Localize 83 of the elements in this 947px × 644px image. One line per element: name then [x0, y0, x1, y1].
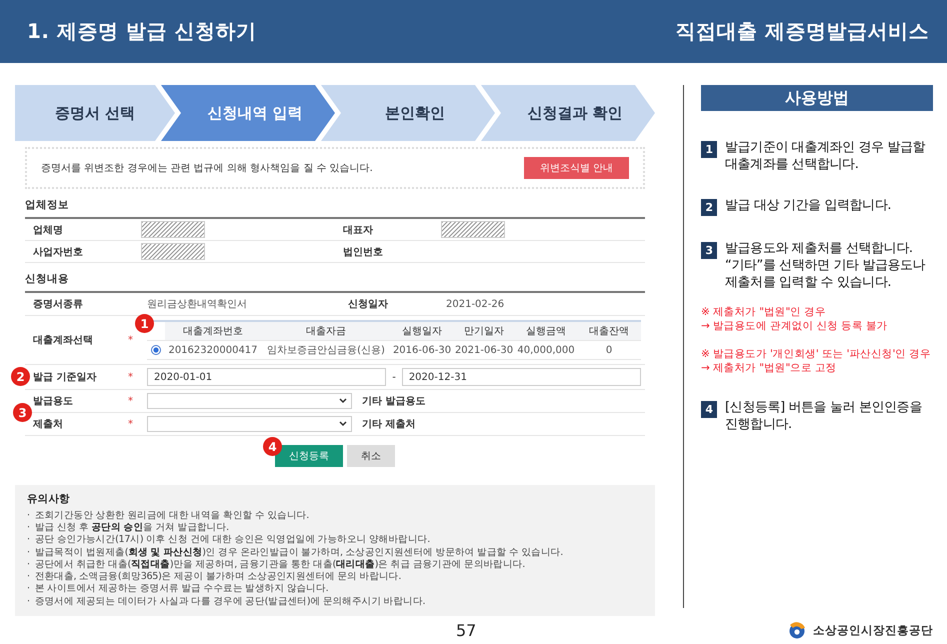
- warning-text: 증명서를 위변조한 경우에는 관련 법규에 의해 형사책임을 질 수 있습니다.: [41, 162, 373, 175]
- warning-note: ※ 제출처가 "법원"인 경우: [701, 305, 827, 319]
- field-label: 기타 제출처: [361, 418, 416, 431]
- table-cell: 20162320000417: [165, 341, 261, 360]
- panel-title: 사용방법: [701, 85, 933, 111]
- chevron-icon: [339, 398, 347, 404]
- step-marker: 1: [135, 314, 154, 333]
- required-mark: *: [128, 396, 133, 406]
- note-text: 발급 신청 후 공단의 승인을 거쳐 발급합니다.: [34, 522, 229, 534]
- list-bullet: ·: [27, 510, 30, 522]
- table-cell: 임차보증금안심금융(신용): [261, 341, 391, 360]
- warning-note: → 제출처가 "법원"으로 고정: [701, 361, 838, 375]
- list-bullet: ·: [27, 558, 30, 572]
- note-text: 조회기간동안 상환한 원리금에 대한 내역을 확인할 수 있습니다.: [34, 510, 309, 522]
- table-cell: 2016-06-30: [391, 341, 453, 360]
- step-number: 2: [701, 199, 717, 216]
- notes-title: 유의사항: [27, 492, 71, 506]
- step-number: 1: [701, 141, 717, 158]
- organization-name: 소상공인시장진흥공단: [813, 622, 933, 638]
- date-field[interactable]: 2020-01-01: [147, 368, 386, 386]
- note-text: 발급목적이 법원제출(회생 및 파산신청)인 경우 온라인발급이 불가하며, 소상공인지원센터에 방문하여 발급할 수 있습니다.: [34, 546, 563, 559]
- step-text: 발급용도와 제출처를 선택합니다. “기타”를 선택하면 기타 발급용도나 제출처를 입력할 수 있습니다.: [725, 240, 926, 291]
- field-label: 기타 발급용도: [361, 395, 426, 408]
- note-text: 본 사이트에서 제공하는 증명서류 발급 수수료는 발생하지 않습니다.: [34, 583, 328, 596]
- table-cell: 2021-06-30: [453, 341, 515, 360]
- field-label: 발급 기준일자: [33, 371, 96, 384]
- section-title: 업체정보: [25, 198, 70, 212]
- list-bullet: ·: [27, 522, 30, 534]
- list-bullet: ·: [27, 571, 30, 584]
- column-header: 실행일자: [391, 322, 453, 341]
- step-number: 3: [701, 242, 717, 259]
- step-text: [신청등록] 버튼을 눌러 본인인증을 진행합니다.: [725, 399, 923, 433]
- required-mark: *: [128, 372, 133, 382]
- column-header: 실행금액: [515, 322, 577, 341]
- field-label: 사업자번호: [25, 241, 135, 263]
- field-label: 대출계좌선택: [33, 334, 93, 347]
- field-value: 원리금상환내역확인서: [146, 298, 248, 311]
- field-label: 신청일자: [347, 298, 389, 311]
- page-title: 1. 제증명 발급 신청하기: [27, 18, 256, 45]
- guide-button[interactable]: 위변조식별 안내: [524, 157, 629, 179]
- emblem-icon: [787, 621, 807, 639]
- field-label: 제출처: [33, 418, 63, 431]
- field-label: 법인번호: [335, 241, 435, 263]
- note-text: 증명서에 제공되는 데이터가 사실과 다를 경우에 공단(발급센터)에 문의해주시기 바랍니다.: [34, 596, 426, 608]
- required-mark: *: [128, 334, 133, 346]
- table-cell: 0: [577, 341, 641, 360]
- step-text: 발급 대상 기간을 입력합니다.: [725, 197, 892, 214]
- note-text: 전환대출, 소액금융(희망365)은 제공이 불가하며 소상공인지원센터에 문의 바랍니다.: [34, 571, 402, 584]
- column-header: 대출계좌번호: [165, 322, 261, 341]
- list-bullet: ·: [27, 596, 30, 608]
- step-marker: 3: [13, 403, 32, 422]
- column-header: 대출자금: [261, 322, 391, 341]
- radio-button[interactable]: [151, 345, 161, 355]
- step-number: 4: [701, 401, 717, 418]
- page-number: 57: [456, 620, 476, 640]
- list-bullet: ·: [27, 583, 30, 596]
- field-label: 업체명: [25, 219, 135, 241]
- field-label: 대표자: [335, 219, 435, 241]
- service-title: 직접대출 제증명발급서비스: [676, 18, 929, 45]
- note-text: 공단 승인가능시간(17시) 이후 신청 건에 대한 승인은 익영업일에 가능하오니 양해바랍니다.: [34, 534, 430, 547]
- field-value: 2021-02-26: [445, 298, 506, 310]
- range-separator: -: [392, 372, 396, 382]
- cancel-button[interactable]: 취소: [347, 445, 395, 467]
- column-header: 만기일자: [453, 322, 515, 341]
- section-title: 신청내용: [25, 272, 70, 286]
- field-label: 발급용도: [33, 395, 73, 408]
- chevron-icon: [339, 421, 347, 427]
- warning-note: → 발급용도에 관계없이 신청 등록 불가: [701, 319, 889, 333]
- warning-note: ※ 발급용도가 '개인회생' 또는 '파산신청'인 경우: [701, 347, 932, 361]
- list-bullet: ·: [27, 534, 30, 547]
- dropdown[interactable]: [147, 393, 352, 409]
- note-text: 공단에서 취급한 대출(직접대출)만을 제공하며, 금융기관을 통한 대출(대리대출)은 취급 금융기관에 문의바랍니다.: [34, 558, 526, 572]
- column-header: 대출잔액: [577, 322, 641, 341]
- step-marker: 2: [11, 367, 30, 386]
- table-cell: 40,000,000: [515, 341, 577, 360]
- step-marker: 4: [263, 437, 282, 456]
- date-field[interactable]: 2020-12-31: [402, 368, 642, 386]
- step-text: 발급기준이 대출계좌인 경우 발급할 대출계좌를 선택합니다.: [725, 139, 926, 173]
- submit-button[interactable]: 신청등록: [275, 445, 343, 467]
- field-label: 증명서종류: [33, 298, 83, 311]
- required-mark: *: [128, 418, 133, 430]
- list-bullet: ·: [27, 546, 30, 559]
- dropdown[interactable]: [147, 416, 352, 432]
